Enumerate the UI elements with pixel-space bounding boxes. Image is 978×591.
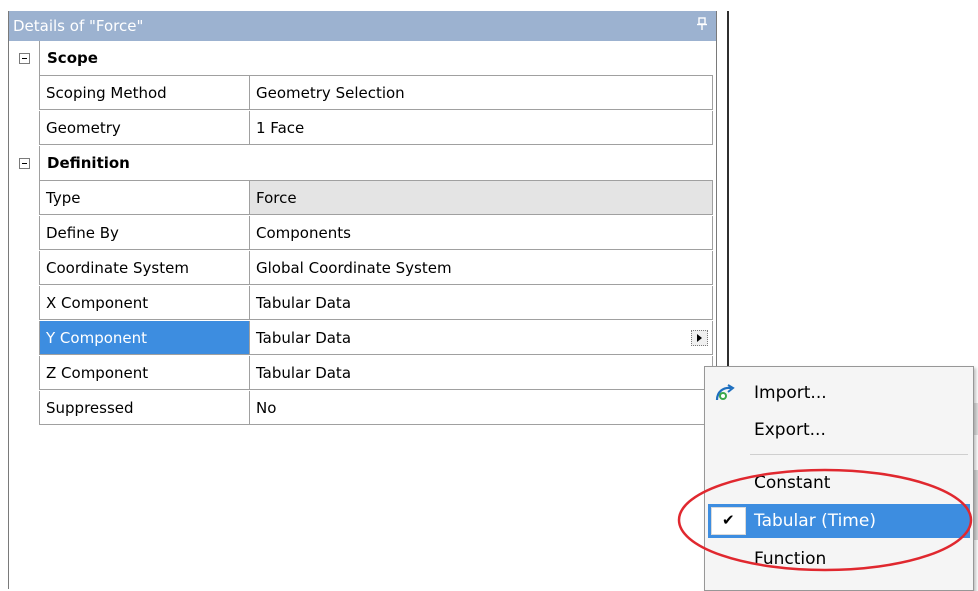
menu-item-label: Tabular (Time) xyxy=(754,511,876,531)
flyout-menu-button[interactable] xyxy=(691,330,708,346)
property-value[interactable]: Tabular Data xyxy=(249,356,713,390)
property-name-selected: Y Component xyxy=(39,321,249,355)
checkmark-icon: ✔ xyxy=(722,511,735,529)
check-indicator: ✔ xyxy=(711,507,746,535)
menu-item-label: Export... xyxy=(754,420,826,440)
row-coordinate-system[interactable]: Coordinate System Global Coordinate Syst… xyxy=(9,251,713,286)
menu-item-tabular-time[interactable]: ✔ Tabular (Time) xyxy=(708,504,970,538)
property-value: Force xyxy=(249,181,713,215)
menu-item-constant[interactable]: Constant xyxy=(708,466,970,500)
property-name: Z Component xyxy=(39,356,249,390)
property-name: Suppressed xyxy=(39,391,249,425)
row-z-component[interactable]: Z Component Tabular Data xyxy=(9,356,713,391)
row-type[interactable]: Type Force xyxy=(9,181,713,216)
row-y-component[interactable]: Y Component Tabular Data xyxy=(9,321,713,356)
row-scoping-method[interactable]: Scoping Method Geometry Selection xyxy=(9,76,713,111)
menu-item-label: Function xyxy=(754,549,827,569)
details-panel: Details of "Force" Scope Scoping Method … xyxy=(8,11,717,589)
menu-item-function[interactable]: Function xyxy=(708,542,970,576)
row-define-by[interactable]: Define By Components xyxy=(9,216,713,251)
property-name: Scoping Method xyxy=(39,76,249,110)
property-value-text: Tabular Data xyxy=(256,328,352,347)
menu-item-export[interactable]: Export... xyxy=(708,413,970,447)
property-name: Geometry xyxy=(39,111,249,145)
group-scope: Scope xyxy=(9,41,713,76)
group-definition: Definition xyxy=(9,146,713,181)
details-title: Details of "Force" xyxy=(13,17,144,35)
arrow-right-icon xyxy=(697,334,702,342)
collapse-scope-button[interactable] xyxy=(9,41,39,76)
property-value[interactable]: Tabular Data xyxy=(249,286,713,320)
minus-icon xyxy=(18,53,30,64)
pin-icon[interactable] xyxy=(694,17,710,35)
import-icon xyxy=(714,383,736,403)
menu-item-import[interactable]: Import... xyxy=(708,376,970,410)
property-value[interactable]: Global Coordinate System xyxy=(249,251,713,285)
menu-item-label: Constant xyxy=(754,473,831,493)
menu-separator xyxy=(750,454,968,455)
collapse-definition-button[interactable] xyxy=(9,146,39,181)
property-name: Type xyxy=(39,181,249,215)
context-menu: Import... Export... Constant ✔ Tabular (… xyxy=(704,366,974,591)
property-name: Define By xyxy=(39,216,249,250)
minus-icon xyxy=(18,158,30,169)
details-titlebar: Details of "Force" xyxy=(9,11,716,41)
property-value[interactable]: Geometry Selection xyxy=(249,76,713,110)
row-suppressed[interactable]: Suppressed No xyxy=(9,391,713,426)
group-label-scope: Scope xyxy=(39,41,713,76)
row-x-component[interactable]: X Component Tabular Data xyxy=(9,286,713,321)
row-geometry[interactable]: Geometry 1 Face xyxy=(9,111,713,146)
property-value[interactable]: Components xyxy=(249,216,713,250)
property-value[interactable]: No xyxy=(249,391,713,425)
property-value[interactable]: Tabular Data xyxy=(249,321,713,355)
group-label-definition: Definition xyxy=(39,146,713,181)
property-name: Coordinate System xyxy=(39,251,249,285)
property-name: X Component xyxy=(39,286,249,320)
property-value[interactable]: 1 Face xyxy=(249,111,713,145)
menu-item-label: Import... xyxy=(754,383,827,403)
